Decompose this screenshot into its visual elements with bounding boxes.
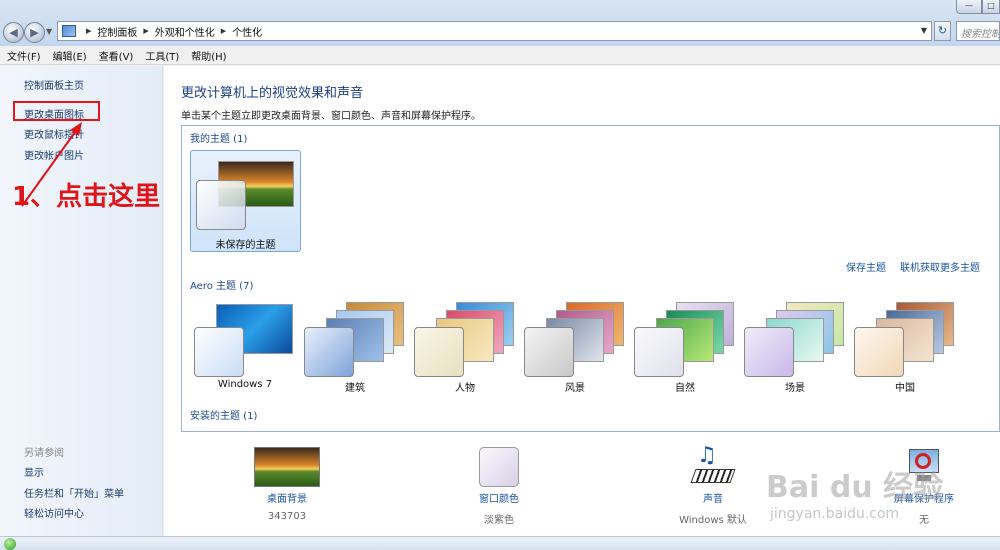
menu-help[interactable]: 帮助(H) xyxy=(191,48,226,63)
menu-edit[interactable]: 编辑(E) xyxy=(53,48,87,63)
theme-color-swatch xyxy=(854,327,904,377)
menu-file[interactable]: 文件(F) xyxy=(7,48,41,63)
theme-color-swatch xyxy=(524,327,574,377)
get-more-themes-link[interactable]: 联机获取更多主题 xyxy=(900,259,980,274)
desktop-background-value: 343703 xyxy=(267,511,307,522)
theme-color-swatch xyxy=(304,327,354,377)
sidebar-link-change-mouse-pointers[interactable]: 更改鼠标指针 xyxy=(24,126,84,141)
theme-name: 建筑 xyxy=(345,383,365,394)
task-sidebar: 控制面板主页 更改桌面图标 更改鼠标指针 更改帐户图片 另请参阅 显示 任务栏和… xyxy=(0,66,163,536)
baidu-watermark: Bai du 经验 xyxy=(766,470,944,505)
desktop-background-setting[interactable]: 桌面背景 343703 xyxy=(232,447,342,522)
desktop-background-label[interactable]: 桌面背景 xyxy=(232,490,342,505)
title-bar: — □ ◀ ▶ ▼ ▶ 控制面板 ▶ 外观和个性化 ▶ 个性化 ▼ ↻ 搜索控制… xyxy=(0,0,1000,46)
address-dropdown-icon[interactable]: ▼ xyxy=(921,26,927,35)
aero-themes-heading: Aero 主题 (7) xyxy=(190,281,254,292)
theme-characters[interactable]: 人物 xyxy=(410,294,520,394)
crumb-separator-icon[interactable]: ▶ xyxy=(221,27,226,35)
refresh-button[interactable]: ↻ xyxy=(934,21,951,41)
theme-landscapes[interactable]: 风景 xyxy=(520,294,630,394)
see-also-display[interactable]: 显示 xyxy=(24,464,44,479)
theme-name: 场景 xyxy=(785,383,805,394)
breadcrumb-control-panel[interactable]: 控制面板 xyxy=(97,24,137,39)
theme-name: 风景 xyxy=(565,383,585,394)
my-themes-heading: 我的主题 (1) xyxy=(190,134,248,145)
installed-themes-heading: 安装的主题 (1) xyxy=(190,411,258,422)
theme-unsaved[interactable]: 未保存的主题 xyxy=(190,150,301,252)
menu-tools[interactable]: 工具(T) xyxy=(145,48,179,63)
status-bar xyxy=(0,536,1000,550)
crumb-separator-icon[interactable]: ▶ xyxy=(86,27,91,35)
theme-scenes[interactable]: 场景 xyxy=(740,294,850,394)
annotation-text: 1、点击这里 xyxy=(12,182,161,212)
page-title: 更改计算机上的视觉效果和声音 xyxy=(181,86,364,101)
recent-pages-dropdown[interactable]: ▼ xyxy=(46,27,52,36)
window-color-label[interactable]: 窗口颜色 xyxy=(444,490,554,505)
menu-bar: 文件(F) 编辑(E) 查看(V) 工具(T) 帮助(H) xyxy=(0,47,1000,65)
breadcrumb-appearance[interactable]: 外观和个性化 xyxy=(155,24,215,39)
address-bar[interactable]: ▶ 控制面板 ▶ 外观和个性化 ▶ 个性化 ▼ xyxy=(57,21,932,41)
theme-name: Windows 7 xyxy=(217,379,273,390)
annotation-highlight-box xyxy=(13,101,100,121)
theme-china[interactable]: 中国 xyxy=(850,294,960,394)
see-also-heading: 另请参阅 xyxy=(24,448,64,459)
theme-color-swatch xyxy=(196,180,246,230)
sound-icon: ♫ xyxy=(690,443,736,487)
sidebar-link-change-account-picture[interactable]: 更改帐户图片 xyxy=(24,147,84,162)
crumb-separator-icon[interactable]: ▶ xyxy=(143,27,148,35)
minimize-button[interactable]: — xyxy=(956,0,982,14)
theme-name: 自然 xyxy=(675,383,695,394)
window-color-icon xyxy=(479,447,519,487)
window-color-value: 淡紫色 xyxy=(484,515,514,526)
control-panel-icon xyxy=(62,25,76,37)
sound-label[interactable]: 声音 xyxy=(658,490,768,505)
themes-list[interactable]: 我的主题 (1) 未保存的主题 保存主题 联机获取更多主题 Aero 主题 (7… xyxy=(181,125,1000,432)
theme-name: 未保存的主题 xyxy=(215,240,276,251)
breadcrumb-personalization[interactable]: 个性化 xyxy=(232,24,262,39)
desktop-background-icon xyxy=(254,447,320,487)
sidebar-link-control-panel-home[interactable]: 控制面板主页 xyxy=(24,77,84,92)
theme-color-swatch xyxy=(414,327,464,377)
maximize-button[interactable]: □ xyxy=(982,0,1000,14)
theme-color-swatch xyxy=(194,327,244,377)
back-button[interactable]: ◀ xyxy=(3,22,24,43)
sound-setting[interactable]: ♫ 声音 Windows 默认 xyxy=(658,443,768,526)
theme-name: 人物 xyxy=(455,383,475,394)
search-input[interactable]: 搜索控制面板 xyxy=(956,21,1000,41)
theme-name: 中国 xyxy=(895,383,915,394)
theme-color-swatch xyxy=(634,327,684,377)
theme-nature[interactable]: 自然 xyxy=(630,294,740,394)
status-orb-icon xyxy=(4,538,16,550)
save-theme-link[interactable]: 保存主题 xyxy=(846,259,886,274)
theme-windows7[interactable]: Windows 7 xyxy=(190,294,300,394)
forward-button[interactable]: ▶ xyxy=(24,22,45,43)
see-also-ease-of-access[interactable]: 轻松访问中心 xyxy=(24,505,84,520)
baidu-watermark-url: jingyan.baidu.com xyxy=(770,506,900,522)
theme-architecture[interactable]: 建筑 xyxy=(300,294,410,394)
page-subtitle: 单击某个主题立即更改桌面背景、窗口颜色、声音和屏幕保护程序。 xyxy=(181,111,481,122)
window-color-setting[interactable]: 窗口颜色 淡紫色 xyxy=(444,447,554,526)
menu-view[interactable]: 查看(V) xyxy=(99,48,134,63)
see-also-taskbar[interactable]: 任务栏和「开始」菜单 xyxy=(24,485,124,500)
sound-value: Windows 默认 xyxy=(679,515,747,526)
theme-color-swatch xyxy=(744,327,794,377)
